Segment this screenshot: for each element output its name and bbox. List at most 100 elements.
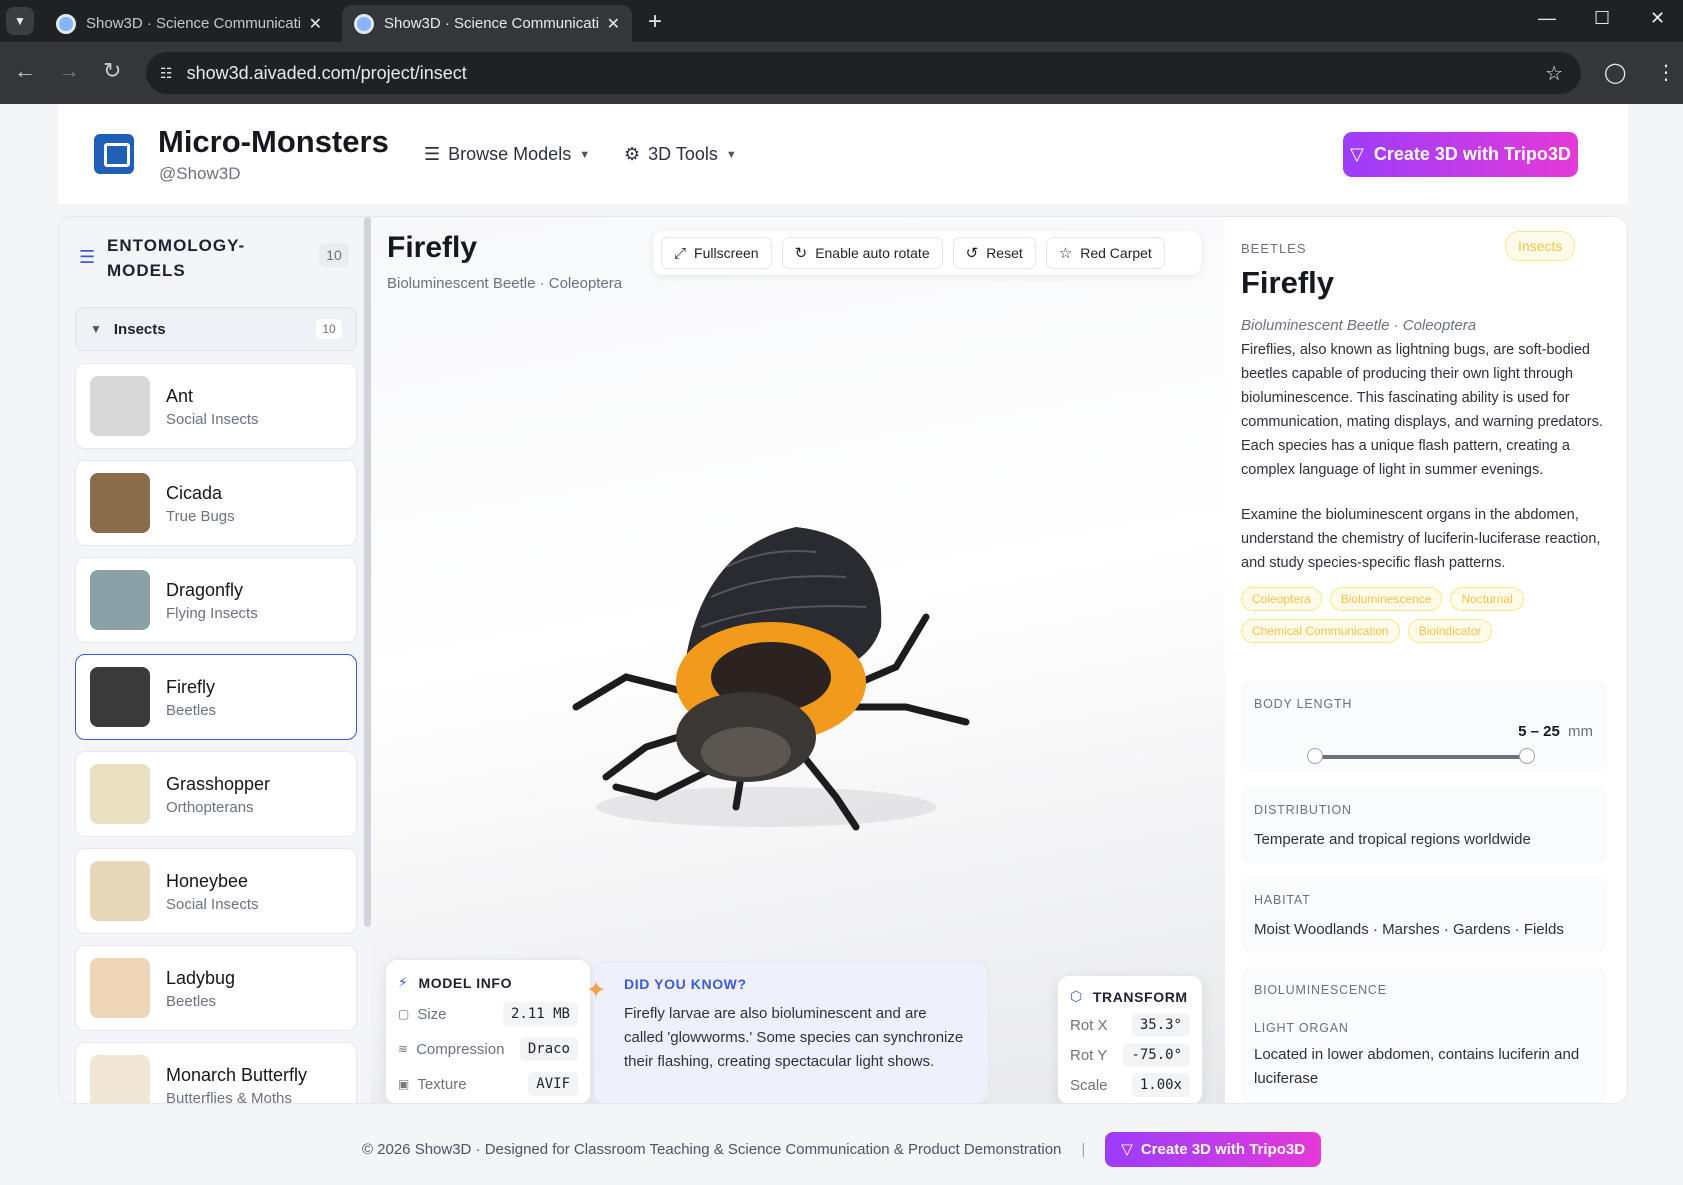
- detail-badge: Insects: [1505, 231, 1576, 261]
- sidebar-item-name: Grasshopper: [166, 774, 271, 794]
- red-carpet-button[interactable]: ☆ Red Carpet: [1045, 237, 1165, 269]
- tag[interactable]: Nocturnal: [1450, 587, 1524, 611]
- bioluminescence-label: BIOLUMINESCENCE: [1254, 983, 1387, 997]
- expand-icon: ⤢: [674, 244, 687, 262]
- detail-scientific-name: Bioluminescent Beetle · Coleoptera: [1241, 317, 1477, 334]
- browser-toolbar: ← → ↻ ☷ show3d.aivaded.com/project/insec…: [0, 42, 1683, 104]
- row-value: Draco: [519, 1037, 578, 1061]
- row-key: Rot X: [1070, 1016, 1108, 1034]
- minimize-icon[interactable]: —: [1538, 8, 1556, 29]
- footer-create-3d-button[interactable]: ▽ Create 3D with Tripo3D: [1105, 1131, 1322, 1167]
- reset-button[interactable]: ↺ Reset: [952, 237, 1036, 269]
- row-key: Rot Y: [1070, 1046, 1108, 1064]
- bolt-icon: ⚡: [398, 974, 409, 990]
- light-organ-value: Located in lower abdomen, contains lucif…: [1254, 1046, 1580, 1087]
- distribution-label: DISTRIBUTION: [1254, 803, 1352, 817]
- nav-browse-models[interactable]: ☰ Browse Models ▼: [424, 144, 590, 165]
- firefly-3d-model[interactable]: [536, 507, 976, 847]
- detail-description-2: Examine the bioluminescent organs in the…: [1241, 507, 1601, 571]
- file-icon: ▢: [398, 1007, 410, 1021]
- new-tab-icon[interactable]: +: [648, 8, 662, 36]
- row-value: -75.0°: [1123, 1043, 1190, 1067]
- auto-rotate-button[interactable]: ↻ Enable auto rotate: [781, 237, 943, 269]
- model-info-row-compression: ≋ Compression Draco: [398, 1037, 578, 1061]
- reset-icon: ↺: [965, 245, 979, 262]
- close-window-icon[interactable]: ✕: [1650, 8, 1665, 29]
- row-key: Texture: [417, 1075, 467, 1093]
- tag[interactable]: Coleoptera: [1241, 587, 1322, 611]
- profile-icon[interactable]: ◯: [1604, 60, 1626, 85]
- sidebar-item-category: Butterflies & Moths: [166, 1090, 292, 1104]
- sidebar-item-honeybee[interactable]: Honeybee Social Insects: [75, 848, 357, 934]
- sidebar-item-firefly[interactable]: Firefly Beetles: [75, 654, 357, 740]
- tab-favicon-icon: [354, 13, 374, 34]
- sidebar-item-monarch-butterfly[interactable]: Monarch Butterfly Butterflies & Moths: [75, 1042, 357, 1104]
- tag[interactable]: Chemical Communication: [1241, 619, 1400, 643]
- sidebar-item-grasshopper[interactable]: Grasshopper Orthopterans: [75, 751, 357, 837]
- sidebar-item-ant[interactable]: Ant Social Insects: [75, 363, 357, 449]
- viewer-control-bar: ⤢ Fullscreen ↻ Enable auto rotate ↺ Rese…: [653, 231, 1201, 275]
- bookmark-star-icon[interactable]: ☆: [1545, 61, 1563, 86]
- sidebar-item-ladybug[interactable]: Ladybug Beetles: [75, 945, 357, 1031]
- sidebar-scrollbar[interactable]: [364, 217, 371, 927]
- sidebar-item-dragonfly[interactable]: Dragonfly Flying Insects: [75, 557, 357, 643]
- layers-icon: ≋: [398, 1042, 409, 1056]
- reload-icon[interactable]: ↻: [103, 58, 121, 84]
- detail-category: BEETLES: [1241, 241, 1307, 256]
- sidebar-item-cicada[interactable]: Cicada True Bugs: [75, 460, 357, 546]
- brand-subtitle: @Show3D: [159, 164, 241, 183]
- did-you-know-title: DID YOU KNOW?: [624, 976, 747, 992]
- button-label: Enable auto rotate: [815, 245, 930, 261]
- sidebar-item-category: Flying Insects: [166, 605, 258, 622]
- tab-title: Show3D · Science Communicati: [384, 15, 599, 32]
- 3d-viewer[interactable]: Firefly Bioluminescent Beetle · Coleopte…: [371, 217, 1225, 1103]
- forward-icon[interactable]: →: [58, 58, 80, 84]
- create-3d-button[interactable]: ▽ Create 3D with Tripo3D: [1343, 132, 1578, 177]
- range-dash: –: [1530, 723, 1539, 740]
- did-you-know-text: Firefly larvae are also bioluminescent a…: [624, 1005, 964, 1070]
- light-organ-label: LIGHT ORGAN: [1254, 1021, 1349, 1035]
- model-thumbnail: [90, 1055, 150, 1103]
- group-insects[interactable]: ▼ Insects 10: [75, 307, 357, 351]
- model-info-panel: ⚡ MODEL INFO ▢ Size 2.11 MB ≋ Compression …: [385, 959, 591, 1103]
- detail-panel: BEETLES Insects Firefly Bioluminescent B…: [1225, 217, 1627, 1103]
- cta-label: Create 3D with Tripo3D: [1373, 144, 1571, 164]
- sidebar-item-name: Dragonfly: [166, 580, 244, 600]
- site-info-icon[interactable]: ☷: [160, 65, 173, 82]
- browser-tab-2[interactable]: Show3D · Science Communicati ✕: [342, 5, 632, 42]
- sidebar-title: ENTOMOLOGY-MODELS: [107, 236, 246, 280]
- group-label: Insects: [113, 320, 166, 338]
- sidebar-item-name: Ant: [166, 386, 194, 406]
- logo-icon[interactable]: [94, 134, 134, 174]
- address-bar[interactable]: ☷ show3d.aivaded.com/project/insect ☆: [146, 52, 1581, 94]
- tab-close-icon[interactable]: ✕: [309, 14, 322, 34]
- maximize-icon[interactable]: ☐: [1594, 8, 1610, 29]
- tag[interactable]: Bioluminescence: [1329, 587, 1443, 611]
- model-thumbnail: [90, 667, 150, 727]
- gear-icon: ⚙: [624, 144, 641, 164]
- image-icon: ▣: [398, 1077, 410, 1091]
- tab-close-icon[interactable]: ✕: [607, 14, 620, 34]
- body-length-slider-track[interactable]: [1315, 755, 1527, 759]
- tag[interactable]: Bioindicator: [1407, 619, 1493, 643]
- back-icon[interactable]: ←: [14, 58, 36, 84]
- tab-search-chevron-icon[interactable]: ▼: [6, 7, 34, 35]
- range-min: 5: [1518, 723, 1527, 740]
- site-footer: © 2026 Show3D · Designed for Classroom T…: [0, 1124, 1683, 1174]
- tripo-logo-icon: ▽: [1350, 144, 1364, 164]
- body-length-slider-min-handle[interactable]: [1307, 748, 1323, 764]
- browser-tab-1[interactable]: Show3D · Science Communicati ✕: [44, 5, 334, 42]
- fullscreen-button[interactable]: ⤢ Fullscreen: [661, 237, 772, 269]
- sidebar-item-category: Beetles: [166, 993, 217, 1010]
- viewer-title: Firefly: [387, 231, 478, 264]
- model-sidebar: ☰ ENTOMOLOGY-MODELS 10 ▼ Insects 10 Ant S…: [59, 217, 371, 1104]
- nav-3d-tools[interactable]: ⚙ 3D Tools ▼: [624, 144, 737, 165]
- menu-kebab-icon[interactable]: ⋮: [1656, 60, 1676, 85]
- chevron-down-icon: ▼: [90, 322, 102, 336]
- sidebar-item-name: Honeybee: [166, 871, 249, 891]
- chevron-down-icon: ▼: [725, 148, 737, 161]
- sidebar-item-category: Social Insects: [166, 896, 259, 913]
- body-length-slider-max-handle[interactable]: [1519, 748, 1535, 764]
- transform-row-rot-x: Rot X 35.3°: [1070, 1013, 1190, 1037]
- sidebar-item-category: Beetles: [166, 702, 217, 719]
